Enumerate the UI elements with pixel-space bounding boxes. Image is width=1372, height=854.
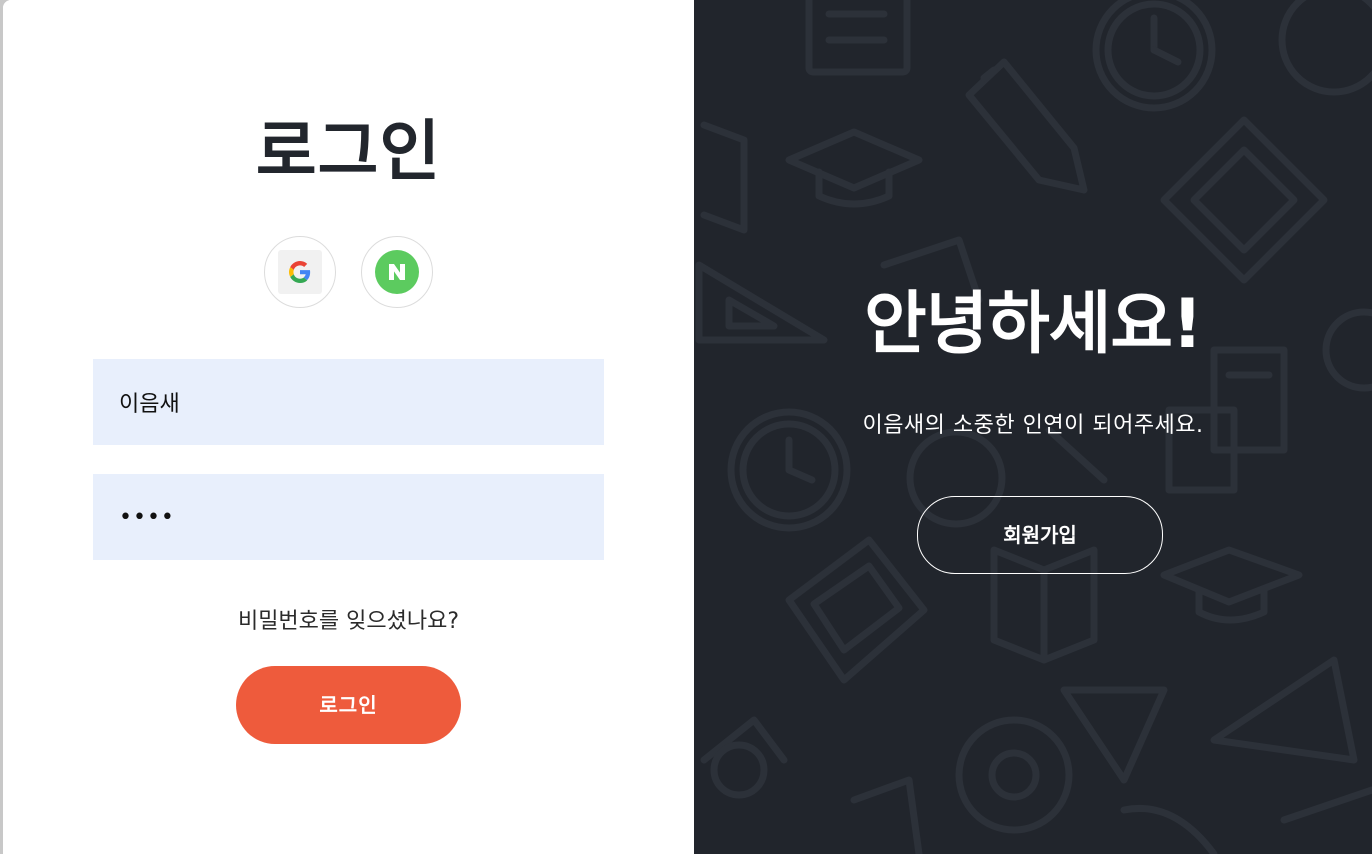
- welcome-title: 안녕하세요!: [864, 285, 1203, 364]
- app-window: 로그인 비밀번호를 잊으셨나요? 로그인: [3, 0, 1372, 854]
- google-icon: [278, 250, 322, 294]
- login-panel: 로그인 비밀번호를 잊으셨나요? 로그인: [3, 0, 694, 854]
- signup-button[interactable]: 회원가입: [917, 496, 1163, 574]
- welcome-subtitle: 이음새의 소중한 인연이 되어주세요.: [862, 413, 1204, 438]
- forgot-password-link[interactable]: 비밀번호를 잊으셨나요?: [3, 603, 694, 635]
- naver-login-button[interactable]: [361, 236, 433, 308]
- google-login-button[interactable]: [264, 236, 336, 308]
- password-input[interactable]: [93, 474, 604, 560]
- id-input[interactable]: [93, 359, 604, 445]
- login-title: 로그인: [255, 113, 442, 190]
- login-button[interactable]: 로그인: [236, 666, 461, 744]
- welcome-panel: 안녕하세요! 이음새의 소중한 인연이 되어주세요. 회원가입: [694, 0, 1372, 854]
- naver-icon: [375, 250, 419, 294]
